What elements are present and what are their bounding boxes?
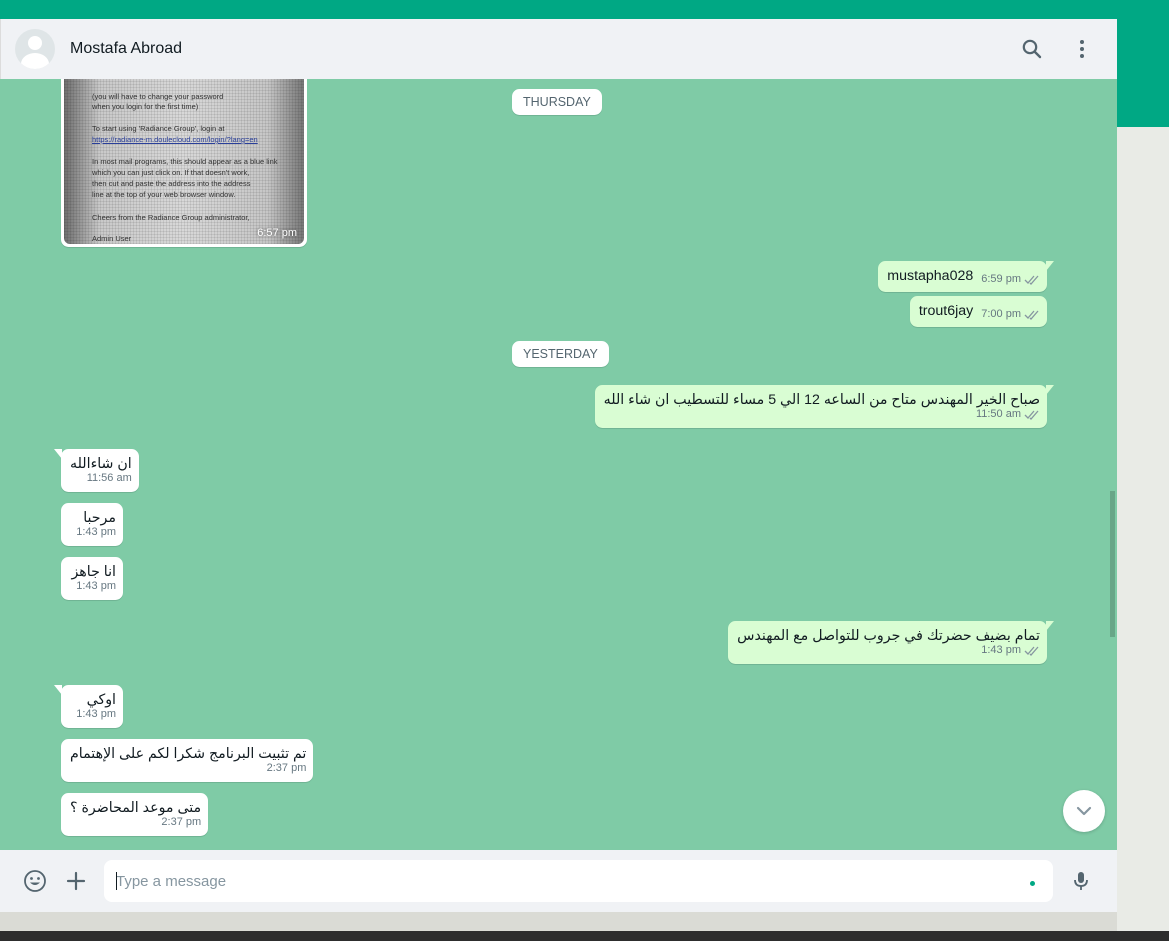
message-time: 11:50 am bbox=[975, 408, 1021, 420]
document-photo[interactable]: (you will have to change your password w… bbox=[64, 79, 304, 244]
message-incoming[interactable]: متى موعد المحاضرة ؟ 2:37 pm bbox=[61, 793, 209, 836]
chat-window: Mostafa Abroad (you will have to change … bbox=[0, 19, 1117, 912]
doc-link: https://radiance-m.doulecloud.com/login/… bbox=[92, 135, 258, 144]
chat-header: Mostafa Abroad bbox=[0, 19, 1117, 79]
image-message[interactable]: (you will have to change your password w… bbox=[61, 79, 307, 247]
doc-line: which you can just click on. If that doe… bbox=[92, 168, 250, 177]
date-separator-yesterday: YESTERDAY bbox=[512, 341, 609, 367]
message-time: 1:43 pm bbox=[76, 708, 116, 720]
message-incoming[interactable]: مرحبا 1:43 pm bbox=[61, 503, 123, 546]
message-incoming[interactable]: انا جاهز 1:43 pm bbox=[61, 557, 123, 600]
doc-line: Admin User bbox=[92, 234, 132, 243]
right-side-panel bbox=[1117, 19, 1169, 931]
doc-line: when you login for the first time) bbox=[92, 102, 199, 111]
menu-icon[interactable] bbox=[1070, 37, 1094, 61]
scrollbar-thumb[interactable] bbox=[1110, 491, 1115, 637]
status-dot bbox=[1030, 881, 1035, 886]
avatar-icon[interactable] bbox=[15, 29, 55, 69]
avatar-head bbox=[28, 36, 42, 50]
message-time: 6:59 pm bbox=[981, 273, 1021, 285]
message-text: mustapha028 bbox=[887, 268, 974, 284]
search-icon[interactable] bbox=[1020, 37, 1044, 61]
doc-line: line at the top of your web browser wind… bbox=[92, 190, 236, 199]
doc-line: (you will have to change your password bbox=[92, 92, 224, 101]
message-outgoing[interactable]: trout6jay 7:00 pm bbox=[909, 296, 1047, 327]
message-time: 1:43 pm bbox=[981, 644, 1021, 656]
doc-line: Cheers from the Radiance Group administr… bbox=[92, 213, 250, 222]
attach-icon[interactable] bbox=[64, 869, 88, 893]
date-separator-thursday: THURSDAY bbox=[512, 89, 602, 115]
message-input[interactable] bbox=[104, 860, 1053, 902]
message-outgoing[interactable]: تمام بضيف حضرتك في جروب للتواصل مع المهن… bbox=[728, 621, 1054, 664]
message-time: 7:00 pm bbox=[981, 308, 1021, 320]
message-meta: 6:59 pm bbox=[981, 270, 1040, 289]
right-side-accent bbox=[1117, 19, 1169, 127]
message-text: صباح الخير المهندس متاح من الساعه 12 الي… bbox=[603, 392, 1040, 408]
double-check-icon bbox=[1024, 310, 1039, 320]
message-time: 1:43 pm bbox=[76, 580, 116, 592]
chevron-down-icon bbox=[1076, 806, 1092, 816]
scroll-down-button[interactable] bbox=[1063, 790, 1105, 832]
double-check-icon bbox=[1024, 410, 1039, 420]
doc-line: then cut and paste the address into the … bbox=[92, 179, 251, 188]
text-cursor bbox=[116, 872, 117, 890]
message-time: 2:37 pm bbox=[161, 816, 202, 828]
message-incoming[interactable]: اوكي 1:43 pm bbox=[54, 685, 123, 728]
message-time: 6:57 pm bbox=[257, 227, 297, 239]
message-list[interactable]: (you will have to change your password w… bbox=[0, 79, 1117, 850]
mic-icon[interactable] bbox=[1069, 869, 1093, 893]
window-top-band bbox=[0, 0, 1169, 19]
message-time: 2:37 pm bbox=[266, 762, 307, 774]
os-taskbar bbox=[0, 931, 1169, 941]
message-time: 1:43 pm bbox=[76, 526, 116, 538]
message-outgoing[interactable]: صباح الخير المهندس متاح من الساعه 12 الي… bbox=[594, 385, 1055, 428]
avatar-shoulders bbox=[21, 53, 49, 69]
message-text: trout6jay bbox=[918, 303, 974, 319]
message-incoming[interactable]: ان شاءالله 11:56 am bbox=[54, 449, 139, 492]
message-outgoing[interactable]: mustapha028 6:59 pm bbox=[878, 261, 1054, 292]
message-meta: 1:43 pm bbox=[981, 641, 1040, 660]
doc-line: In most mail programs, this should appea… bbox=[92, 157, 278, 166]
double-check-icon bbox=[1024, 275, 1039, 285]
doc-line: To start using 'Radiance Group', login a… bbox=[92, 124, 225, 133]
message-meta: 7:00 pm bbox=[981, 305, 1040, 324]
double-check-icon bbox=[1024, 646, 1039, 656]
message-meta: 11:50 am bbox=[976, 405, 1040, 424]
contact-name[interactable]: Mostafa Abroad bbox=[70, 40, 182, 58]
message-time: 11:56 am bbox=[86, 472, 132, 484]
emoji-icon[interactable] bbox=[23, 869, 47, 893]
message-incoming[interactable]: تم تثبيت البرنامج شكرا لكم على الإهتمام … bbox=[61, 739, 314, 782]
composer-bar bbox=[0, 850, 1117, 912]
